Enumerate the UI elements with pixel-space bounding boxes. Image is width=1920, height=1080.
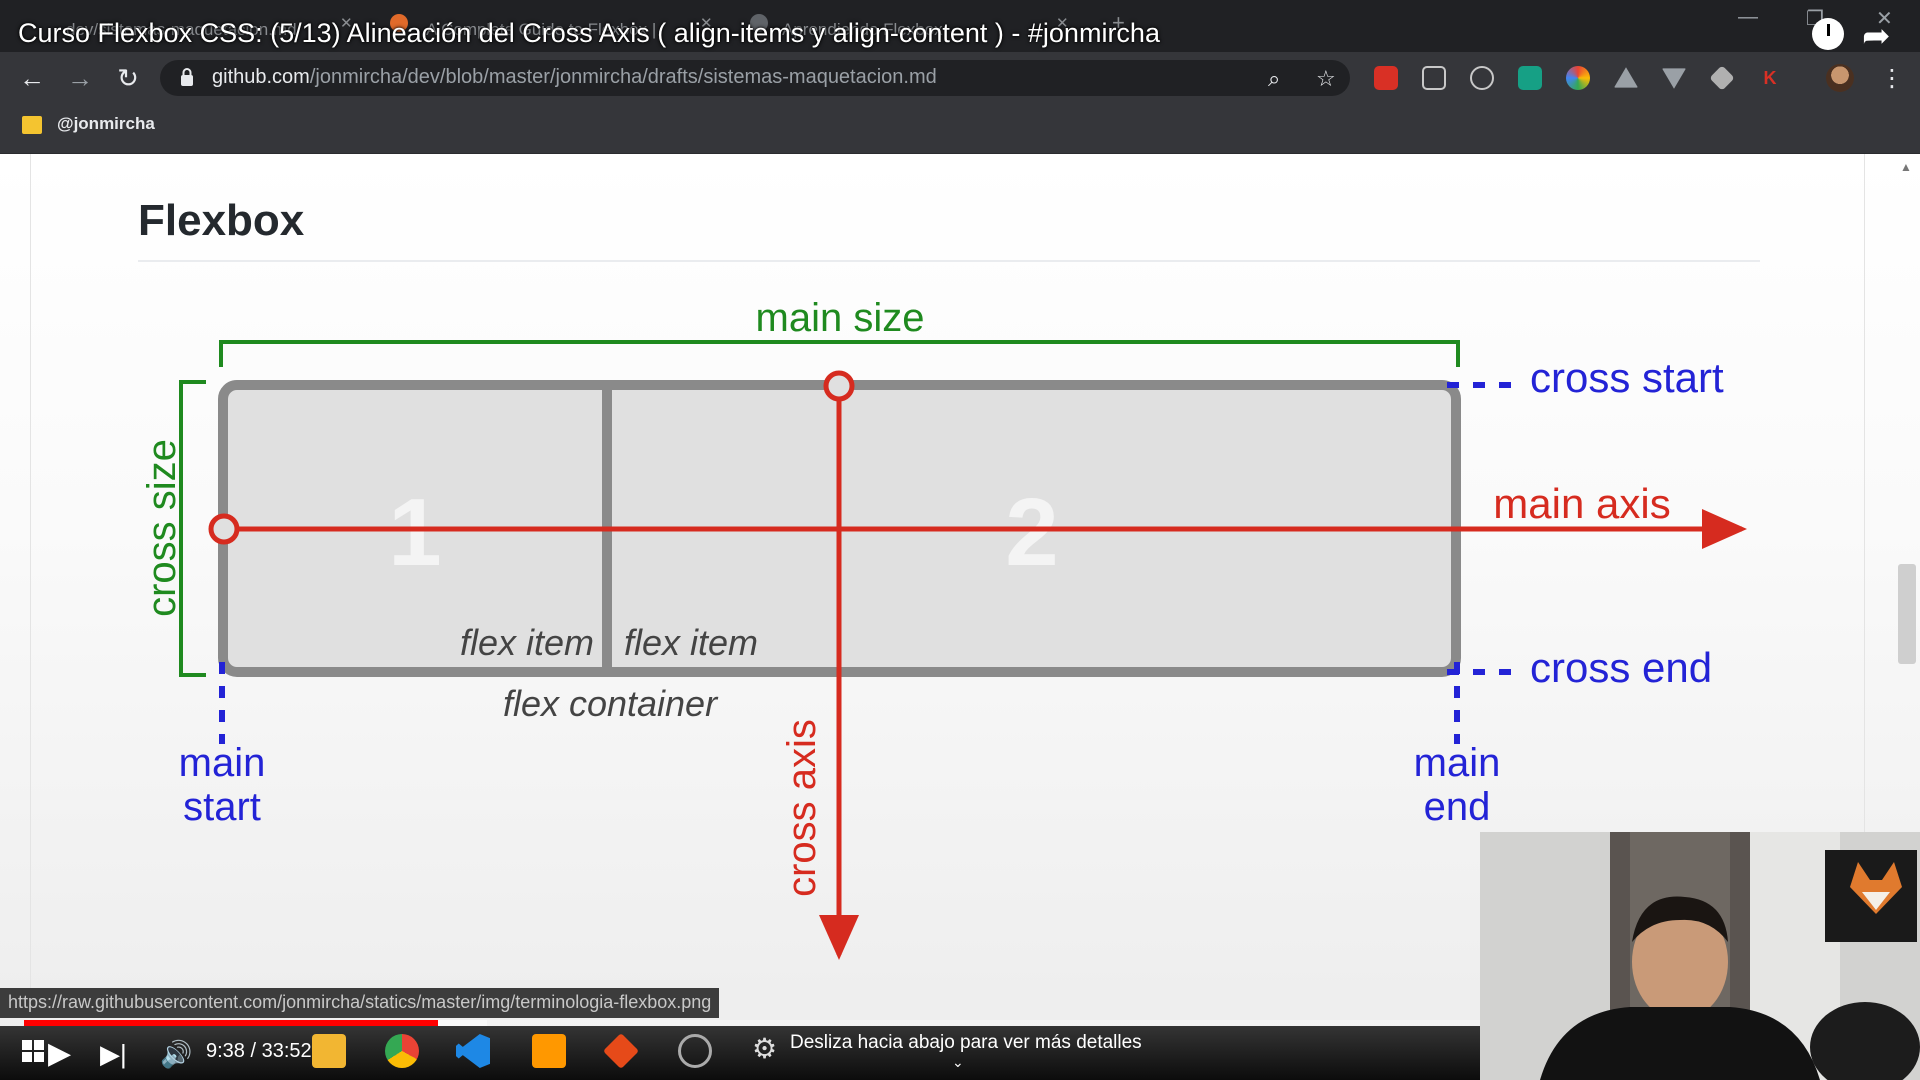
cross-size-label: cross size: [140, 439, 184, 617]
extension-red-icon[interactable]: [1374, 66, 1398, 90]
react-devtools-icon[interactable]: [1470, 66, 1494, 90]
url-text[interactable]: github.com/jonmircha/dev/blob/master/jon…: [212, 66, 937, 89]
profile-avatar[interactable]: [1826, 64, 1854, 92]
lock-icon: [181, 68, 193, 86]
time-display: 9:38 / 33:52: [206, 1040, 312, 1062]
url-host: github.com: [212, 66, 310, 88]
chevron-down-icon[interactable]: ⌄: [952, 1054, 964, 1071]
share-arrow-icon[interactable]: ➦: [1862, 16, 1891, 56]
obs-icon[interactable]: [678, 1034, 712, 1068]
cross-end-label: cross end: [1530, 644, 1712, 691]
next-video-icon[interactable]: ▶|: [100, 1039, 127, 1070]
scrollbar-thumb[interactable]: [1898, 564, 1916, 664]
minimize-icon[interactable]: —: [1738, 6, 1758, 29]
url-path: /jonmircha/dev/blob/master/jonmircha/dra…: [309, 66, 937, 88]
extension-k-icon[interactable]: K: [1758, 66, 1782, 90]
link-status-url: https://raw.githubusercontent.com/jonmir…: [0, 988, 720, 1018]
zoom-icon[interactable]: ⌕: [1268, 66, 1280, 92]
flex-item-2-label: flex item: [624, 622, 758, 663]
main-end-label-line2: end: [1424, 785, 1491, 829]
cross-axis-label: cross axis: [780, 719, 824, 897]
extension-teal-icon[interactable]: [1518, 66, 1542, 90]
cross-size-bracket: [179, 380, 206, 677]
windows-start-icon[interactable]: [22, 1040, 44, 1062]
watch-later-clock-icon[interactable]: [1812, 18, 1844, 50]
bookmark-folder-icon: [22, 116, 42, 134]
volume-icon[interactable]: 🔊: [160, 1039, 192, 1070]
more-menu-icon[interactable]: ⋮: [1880, 64, 1904, 93]
item-2-number: 2: [1005, 479, 1058, 586]
heading-divider: [138, 260, 1760, 262]
main-end-label-line1: main: [1414, 741, 1501, 785]
main-axis-origin: [208, 513, 240, 545]
bookmark-jonmircha[interactable]: @jonmircha: [57, 114, 155, 134]
main-axis-label: main axis: [1493, 480, 1670, 527]
bookmarks-bar: [0, 104, 1920, 154]
main-start-label-line1: main: [179, 741, 266, 785]
main-size-label: main size: [756, 296, 925, 340]
scroll-down-notice: Desliza hacia abajo para ver más detalle…: [790, 1032, 1142, 1053]
pocket-extension-icon[interactable]: [1422, 66, 1446, 90]
main-start-label-line2: start: [183, 785, 261, 829]
forward-arrow-icon[interactable]: →: [66, 64, 94, 92]
reload-icon[interactable]: ↻: [114, 64, 142, 92]
play-icon[interactable]: ▶: [48, 1036, 71, 1071]
flex-container-label: flex container: [503, 683, 719, 724]
settings-gear-icon[interactable]: ⚙: [752, 1032, 777, 1065]
flex-item-1-label: flex item: [460, 622, 594, 663]
file-explorer-icon[interactable]: [312, 1034, 346, 1068]
page-title: Flexbox: [138, 196, 305, 245]
content-border-left: [30, 154, 31, 1004]
back-arrow-icon[interactable]: ←: [18, 64, 46, 92]
bookmark-star-icon[interactable]: ☆: [1316, 66, 1336, 92]
cross-axis-origin: [823, 370, 855, 402]
video-title[interactable]: Curso Flexbox CSS: (5/13) Alineación del…: [18, 18, 1160, 49]
extension-color-icon[interactable]: [1566, 66, 1590, 90]
chrome-icon[interactable]: [385, 1034, 419, 1068]
scroll-up-icon[interactable]: ▲: [1900, 160, 1912, 174]
item-1-number: 1: [388, 479, 441, 586]
sublime-icon[interactable]: [532, 1034, 566, 1068]
webcam-presenter-video: [1480, 832, 1920, 1080]
cross-start-label: cross start: [1530, 354, 1724, 401]
main-size-bracket: [219, 340, 1460, 367]
